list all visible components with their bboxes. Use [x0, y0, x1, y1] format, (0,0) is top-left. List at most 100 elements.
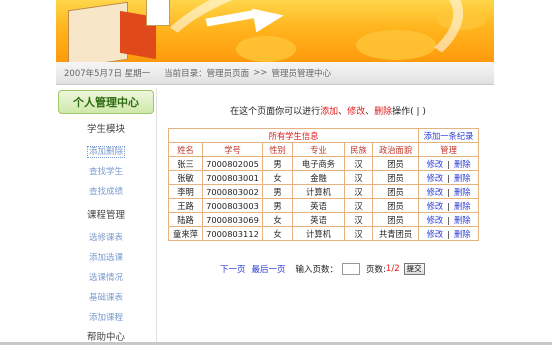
manage-cell: 修改 | 删除 [418, 198, 480, 213]
notice-edit: 修改 [347, 107, 366, 117]
table-cell: 童来萍 [168, 226, 203, 241]
student-table: 所有学生信息 添加一条纪录 姓名 学号 性别 专业 民族 政治面貌 管理 张三 7… [167, 128, 480, 241]
add-record-link[interactable]: 添加一条纪录 [418, 128, 480, 143]
table-cell: 7000802005 [202, 156, 263, 171]
edit-link[interactable]: 修改 [427, 215, 444, 225]
last-page-link[interactable]: 最后一页 [252, 263, 286, 275]
delete-link[interactable]: 删除 [454, 229, 471, 239]
next-page-link[interactable]: 下一页 [220, 263, 246, 275]
submit-button[interactable]: 提交 [403, 263, 425, 275]
building-illustration [68, 1, 128, 62]
table-cell: 计算机 [292, 184, 345, 199]
sidebar-item-add-elective[interactable]: 添加选课 [56, 248, 156, 268]
sidebar-item-elective-table[interactable]: 选修课表 [56, 228, 156, 248]
page-container: 2007年5月7日 星期一 当前目录： 管理员页面 >> 管理员管理中心 个人管… [56, 0, 494, 345]
table-cell: 团员 [371, 198, 420, 213]
sidebar-item-add-delete[interactable]: 添加删除 [56, 142, 156, 162]
table-cell: 男 [262, 156, 293, 171]
edit-link[interactable]: 修改 [427, 229, 444, 239]
table-caption: 所有学生信息 [167, 128, 420, 143]
sidebar-item-find-student[interactable]: 查找学生 [56, 162, 156, 182]
breadcrumb-admin-center[interactable]: 管理员管理中心 [271, 67, 331, 79]
table-cell: 李明 [168, 184, 203, 199]
main-content: 在这个页面你可以进行添加、修改、删除操作( | ) 所有学生信息 添加一条纪录 … [164, 88, 492, 345]
pager: 下一页 最后一页 输入页数： 页数: 1/2 提交 [220, 263, 425, 275]
table-row: 陆路 7000803069 女英语汉团员 修改 | 删除 [168, 212, 480, 227]
page-number-input[interactable] [342, 263, 361, 275]
table-cell: 7000803001 [202, 170, 263, 185]
header-gender: 性别 [262, 142, 293, 157]
header-major: 专业 [292, 142, 345, 157]
header-ethnicity: 民族 [344, 142, 373, 157]
page-count-value: 1/2 [385, 264, 400, 274]
table-cell: 金融 [292, 170, 345, 185]
header-id: 学号 [202, 142, 263, 157]
table-row: 张三 7000802005 男电子商务汉团员 修改 | 删除 [168, 156, 480, 171]
link-divider: | [447, 158, 450, 169]
table-cell: 张敏 [168, 170, 203, 185]
link-divider: | [447, 172, 450, 183]
breadcrumb-bar: 2007年5月7日 星期一 当前目录： 管理员页面 >> 管理员管理中心 [56, 62, 494, 85]
table-cell: 英语 [292, 198, 345, 213]
manage-cell: 修改 | 删除 [418, 184, 480, 199]
sidebar-section-student: 学生模块 [86, 124, 125, 135]
sidebar-item-elective-status[interactable]: 选课情况 [56, 268, 156, 288]
manage-cell: 修改 | 删除 [418, 212, 480, 227]
table-cell: 7000803069 [202, 212, 263, 227]
delete-link[interactable]: 删除 [454, 215, 471, 225]
notice-text: 在这个页面你可以进行添加、修改、删除操作( | ) [230, 107, 426, 117]
manage-cell: 修改 | 删除 [418, 226, 480, 241]
table-cell: 汉 [344, 156, 373, 171]
table-cell: 团员 [371, 156, 420, 171]
table-row: 张敏 7000803001 女金融汉团员 修改 | 删除 [168, 170, 480, 185]
edit-link[interactable]: 修改 [427, 159, 444, 169]
table-cell: 共青团员 [371, 226, 420, 241]
table-row: 童来萍 7000803112 女计算机汉共青团员 修改 | 删除 [168, 226, 480, 241]
sidebar-section-help: 帮助中心 [86, 332, 125, 343]
table-cell: 汉 [344, 184, 373, 199]
table-cell: 计算机 [292, 226, 345, 241]
table-cell: 陆路 [168, 212, 203, 227]
delete-link[interactable]: 删除 [454, 201, 471, 211]
table-cell: 7000803112 [202, 226, 263, 241]
table-cell: 女 [262, 212, 293, 227]
table-cell: 女 [262, 226, 293, 241]
sidebar-item-basic-courses[interactable]: 基础课表 [56, 288, 156, 308]
breadcrumb-label: 当前目录： [164, 69, 207, 79]
table-cell: 英语 [292, 212, 345, 227]
sidebar: 个人管理中心 学生模块 添加删除 查找学生 查找成绩 课程管理 选修课表 添加选… [56, 88, 157, 345]
delete-link[interactable]: 删除 [454, 187, 471, 197]
table-cell: 电子商务 [292, 156, 345, 171]
sidebar-item-find-grades[interactable]: 查找成绩 [56, 182, 156, 202]
table-cell: 王路 [168, 198, 203, 213]
header-banner [56, 0, 494, 62]
edit-link[interactable]: 修改 [427, 201, 444, 211]
manage-cell: 修改 | 删除 [418, 156, 480, 171]
table-cell: 男 [262, 184, 293, 199]
breadcrumb-admin-page[interactable]: 管理员页面 [207, 67, 250, 79]
table-header-row: 姓名 学号 性别 专业 民族 政治面貌 管理 [168, 142, 480, 157]
table-cell: 张三 [168, 156, 203, 171]
breadcrumb-separator: >> [253, 68, 268, 78]
sidebar-item-add-course[interactable]: 添加课程 [56, 308, 156, 328]
delete-link[interactable]: 删除 [454, 159, 471, 169]
table-cell: 团员 [371, 170, 420, 185]
link-divider: | [447, 200, 450, 211]
manage-cell: 修改 | 删除 [418, 170, 480, 185]
table-cell: 汉 [344, 170, 373, 185]
edit-link[interactable]: 修改 [427, 187, 444, 197]
link-divider: | [447, 214, 450, 225]
table-cell: 7000803002 [202, 184, 263, 199]
table-row: 王路 7000803003 男英语汉团员 修改 | 删除 [168, 198, 480, 213]
sidebar-title: 个人管理中心 [58, 90, 154, 114]
header-political: 政治面貌 [371, 142, 420, 157]
date-text: 2007年5月7日 星期一 [64, 69, 151, 79]
arrow-icon [252, 3, 286, 33]
page-input-label: 输入页数： [295, 265, 339, 275]
delete-link[interactable]: 删除 [454, 173, 471, 183]
table-cell: 团员 [371, 212, 420, 227]
table-cell: 7000803003 [202, 198, 263, 213]
link-divider: | [447, 228, 450, 239]
table-row: 李明 7000803002 男计算机汉团员 修改 | 删除 [168, 184, 480, 199]
edit-link[interactable]: 修改 [427, 173, 444, 183]
